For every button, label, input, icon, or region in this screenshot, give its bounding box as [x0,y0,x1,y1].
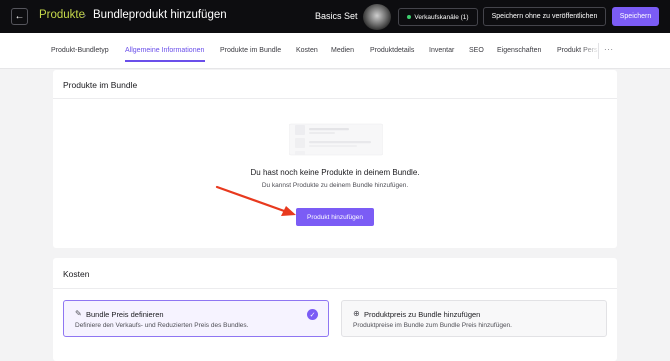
empty-state-heading: Du hast noch keine Produkte in deinem Bu… [250,168,420,177]
tab-product-details[interactable]: Produktdetails [370,47,414,54]
option-title: Bundle Preis definieren [86,310,164,319]
empty-state-illustration-icon [289,123,383,156]
active-tab-indicator [125,60,205,62]
tabs-fade [580,33,600,68]
arrow-left-icon: ← [14,10,25,22]
check-circle-icon: ✓ [307,309,318,320]
tab-bar: Produkt-Bundletyp Allgemeine Information… [0,33,670,69]
section-title: Kosten [63,269,90,279]
tab-general-information[interactable]: Allgemeine Informationen [125,47,204,54]
tab-product-bundle-type[interactable]: Produkt-Bundletyp [51,47,109,54]
annotation-arrow-icon [215,185,296,216]
tab-seo[interactable]: SEO [469,47,484,54]
tab-media[interactable]: Medien [331,47,354,54]
chevron-right-icon: › [83,10,86,20]
product-name: Basics Set [315,11,358,21]
option-description: Definiere den Verkaufs- und Reduzierten … [75,322,249,329]
products-in-bundle-card: Produkte im Bundle Du hast noch keine Pr… [53,70,617,248]
back-button[interactable]: ← [11,8,28,25]
tab-costs[interactable]: Kosten [296,47,318,54]
top-bar: ← Produkte › Bundleprodukt hinzufügen Ba… [0,0,670,33]
pencil-icon: ✎ [75,309,82,318]
status-dot-icon [407,15,412,19]
page-title: Bundleprodukt hinzufügen [93,9,227,21]
empty-state-subtext: Du kannst Produkte zu deinem Bundle hinz… [261,182,409,189]
add-product-price-option[interactable]: ⊕ Produktpreis zu Bundle hinzufügen Prod… [341,300,607,337]
sales-channels-button[interactable]: Verkaufskanäle (1) [398,8,478,26]
define-bundle-price-option[interactable]: ✎ Bundle Preis definieren Definiere den … [63,300,329,337]
more-tabs-icon[interactable]: ··· [604,45,614,54]
avatar[interactable] [363,4,391,30]
tab-properties[interactable]: Eigenschaften [497,47,541,54]
divider [53,98,617,99]
costs-card: Kosten ✎ Bundle Preis definieren Definie… [53,258,617,361]
sales-channels-label: Verkaufskanäle (1) [414,13,469,21]
save-without-publishing-button[interactable]: Speichern ohne zu veröffentlichen [483,7,606,26]
tabs-divider [598,43,599,59]
option-title: Produktpreis zu Bundle hinzufügen [364,310,481,319]
save-button[interactable]: Speichern [612,7,659,26]
divider [53,288,617,289]
tab-inventory[interactable]: Inventar [429,47,454,54]
breadcrumb-root[interactable]: Produkte [39,9,85,21]
plus-circle-icon: ⊕ [353,309,360,318]
section-title: Produkte im Bundle [63,80,138,90]
option-description: Produktpreise im Bundle zum Bundle Preis… [353,322,512,329]
tab-products-in-bundle[interactable]: Produkte im Bundle [220,47,281,54]
